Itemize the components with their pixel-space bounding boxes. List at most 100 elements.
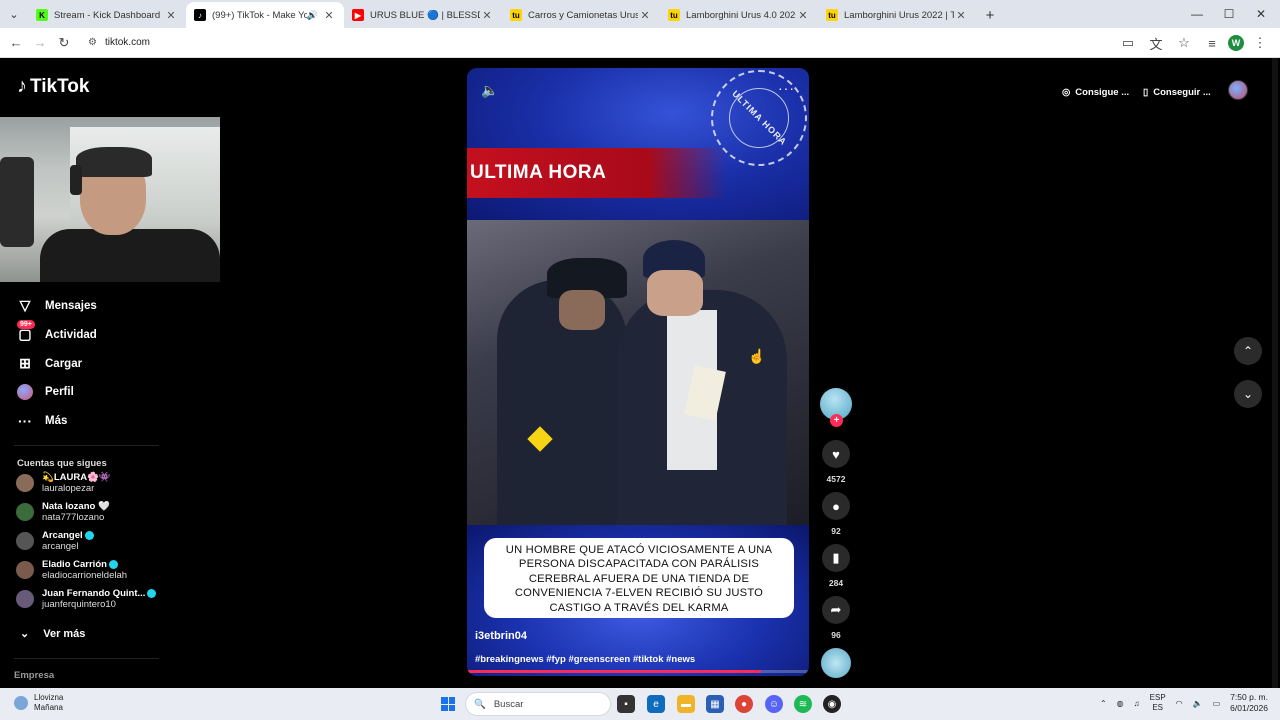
following-account[interactable]: Arcangel arcangel	[16, 530, 94, 552]
profile-avatar[interactable]: W	[1228, 35, 1244, 51]
following-account[interactable]: Nata lozano 🤍 nata777lozano	[16, 501, 110, 523]
music-disc-icon[interactable]	[821, 648, 851, 678]
bookmark-icon[interactable]: ▮	[822, 544, 850, 572]
nav-cargar[interactable]: ⊞ Cargar	[17, 355, 82, 372]
maximize-icon[interactable]: ☐	[1212, 0, 1246, 28]
nav-mas[interactable]: ··· Más	[17, 413, 67, 429]
share-arrow-icon[interactable]: ➦	[822, 596, 850, 624]
language-code: ESP	[1149, 693, 1166, 702]
empresa-link[interactable]: Empresa	[14, 670, 54, 681]
browser-tab[interactable]: tu Carros y Camionetas Urus | TuC✕	[502, 2, 660, 28]
taskbar-search[interactable]: 🔍 Buscar	[465, 692, 611, 716]
nav-actividad[interactable]: ▢ 99+ Actividad	[17, 320, 97, 343]
video-author[interactable]: i3etbrin04	[475, 630, 527, 642]
tab-close-icon[interactable]: ✕	[322, 9, 336, 22]
cast-icon[interactable]: ▭	[1116, 31, 1140, 55]
browser-tab[interactable]: ♪ (99+) TikTok - Make Your Day🔊 ✕	[186, 2, 344, 28]
weather-widget[interactable]: Llovizna Mañana	[14, 693, 63, 713]
minimize-icon[interactable]: —	[1180, 0, 1214, 28]
nav-mensajes-label: Mensajes	[45, 299, 97, 312]
reading-list-icon[interactable]: ≡	[1200, 31, 1224, 55]
mic-icon[interactable]: ♫	[1134, 699, 1140, 708]
account-handle: nata777lozano	[42, 512, 105, 523]
webcam-overlay	[0, 117, 220, 282]
reload-icon[interactable]: ↻	[52, 31, 76, 55]
tab-favicon-icon: K	[36, 9, 48, 21]
clock-date: 6/01/2026	[1230, 703, 1268, 713]
video-photo: ☝	[467, 220, 809, 525]
language-indicator[interactable]: ESP ES	[1150, 693, 1166, 713]
browser-tab[interactable]: tu Lamborghini Urus 2022 | TuCar✕	[818, 2, 976, 28]
tab-audio-icon[interactable]: 🔊	[307, 10, 318, 21]
following-account[interactable]: Juan Fernando Quint... juanferquintero10	[16, 588, 157, 610]
video-player[interactable]: ULTIMA HORA ULTIMA HORA 🔈 ··· ☝ UN HOMBR…	[467, 68, 809, 676]
user-avatar[interactable]	[1228, 80, 1248, 100]
tab-search-icon[interactable]: ⌄	[0, 0, 28, 28]
get-coins-label: Consigue ...	[1075, 86, 1130, 98]
browser-tab[interactable]: ▶ URUS BLUE 🔵 | BLESSD ( TRIN✕	[344, 2, 502, 28]
tab-title: Stream - Kick Dashboard	[54, 9, 161, 21]
file-explorer-icon[interactable]: ▬	[677, 695, 695, 713]
forward-icon[interactable]: →	[28, 31, 52, 55]
translate-icon[interactable]: 文	[1144, 31, 1168, 55]
spotify-icon[interactable]: ≋	[794, 695, 812, 713]
wifi-icon[interactable]: ◠	[1176, 699, 1183, 708]
back-icon[interactable]: ←	[4, 31, 28, 55]
browser-tab[interactable]: K Stream - Kick Dashboard ✕	[28, 2, 186, 28]
taskbar-clock[interactable]: 7:50 p. m. 6/01/2026	[1230, 692, 1268, 714]
tiktok-logo[interactable]: ♪ TikTok	[17, 75, 89, 98]
upload-plus-icon: ⊞	[19, 355, 31, 371]
nav-mensajes[interactable]: ▽ Mensajes	[17, 297, 97, 314]
video-progress-bar[interactable]	[467, 670, 809, 673]
volume-icon[interactable]: 🔈	[481, 82, 498, 99]
site-info-icon[interactable]: ⚙	[88, 37, 97, 48]
windows-start-icon[interactable]	[441, 697, 455, 711]
tab-title: Carros y Camionetas Urus | TuC	[528, 9, 638, 21]
battery-icon[interactable]: ▭	[1213, 699, 1221, 708]
tab-favicon-icon: ▶	[352, 9, 364, 21]
comment-count: 92	[831, 526, 841, 536]
video-hashtags[interactable]: #breakingnews #fyp #greenscreen #tiktok …	[475, 654, 695, 665]
search-icon: 🔍	[474, 698, 486, 710]
address-bar[interactable]: ⚙ tiktok.com	[82, 31, 1102, 54]
store-icon[interactable]: ▦	[706, 695, 724, 713]
discord-icon[interactable]: ☺	[765, 695, 783, 713]
account-handle: eladiocarrioneldelah	[42, 570, 128, 581]
ver-mas-button[interactable]: ⌄ Ver más	[20, 627, 85, 641]
chrome-menu-icon[interactable]: ⋮	[1248, 31, 1272, 55]
new-tab-button[interactable]: +	[976, 2, 1004, 28]
close-window-icon[interactable]: ✕	[1244, 0, 1278, 28]
network-icon[interactable]: ◍	[1117, 699, 1124, 708]
following-account[interactable]: 💫LAURA🌸👾 lauralopezar	[16, 472, 111, 494]
task-view-icon[interactable]: ▪	[617, 695, 635, 713]
clock-time: 7:50 p. m.	[1230, 692, 1268, 702]
nav-perfil[interactable]: Perfil	[17, 384, 74, 400]
previous-video-chevron-up-icon[interactable]: ⌃	[1234, 337, 1262, 365]
nav-mas-label: Más	[45, 415, 68, 427]
get-coins-button[interactable]: ◎ Consigue ...	[1062, 82, 1129, 102]
following-title: Cuentas que sigues	[17, 458, 107, 469]
get-app-button[interactable]: ▯ Conseguir ...	[1143, 82, 1211, 102]
tab-close-icon[interactable]: ✕	[164, 9, 178, 22]
tab-title: Lamborghini Urus 4.0 2026 | Tu	[686, 9, 796, 21]
follow-plus-icon[interactable]: +	[830, 414, 843, 427]
page-scrollbar[interactable]	[1272, 58, 1278, 688]
like-heart-icon[interactable]: ♥	[822, 440, 850, 468]
speaker-icon[interactable]: 🔈	[1193, 699, 1203, 708]
browser-tab[interactable]: tu Lamborghini Urus 4.0 2026 | Tu✕	[660, 2, 818, 28]
tab-close-icon[interactable]: ✕	[796, 9, 810, 22]
video-more-icon[interactable]: ···	[778, 80, 795, 96]
chrome-icon[interactable]: ●	[735, 695, 753, 713]
next-video-chevron-down-icon[interactable]: ⌄	[1234, 380, 1262, 408]
comment-icon[interactable]: ●	[822, 492, 850, 520]
obs-icon[interactable]: ◉	[823, 695, 841, 713]
tab-close-icon[interactable]: ✕	[638, 9, 652, 22]
tab-close-icon[interactable]: ✕	[480, 9, 494, 22]
following-account[interactable]: Eladio Carrión eladiocarrioneldelah	[16, 559, 127, 581]
chevron-down-icon: ⌄	[20, 628, 30, 640]
tray-chevron-up-icon[interactable]: ⌃	[1100, 699, 1107, 708]
bookmark-star-icon[interactable]: ☆	[1172, 31, 1196, 55]
account-name-text: Nata lozano 🤍	[42, 501, 110, 512]
tab-close-icon[interactable]: ✕	[954, 9, 968, 22]
edge-icon[interactable]: e	[647, 695, 665, 713]
